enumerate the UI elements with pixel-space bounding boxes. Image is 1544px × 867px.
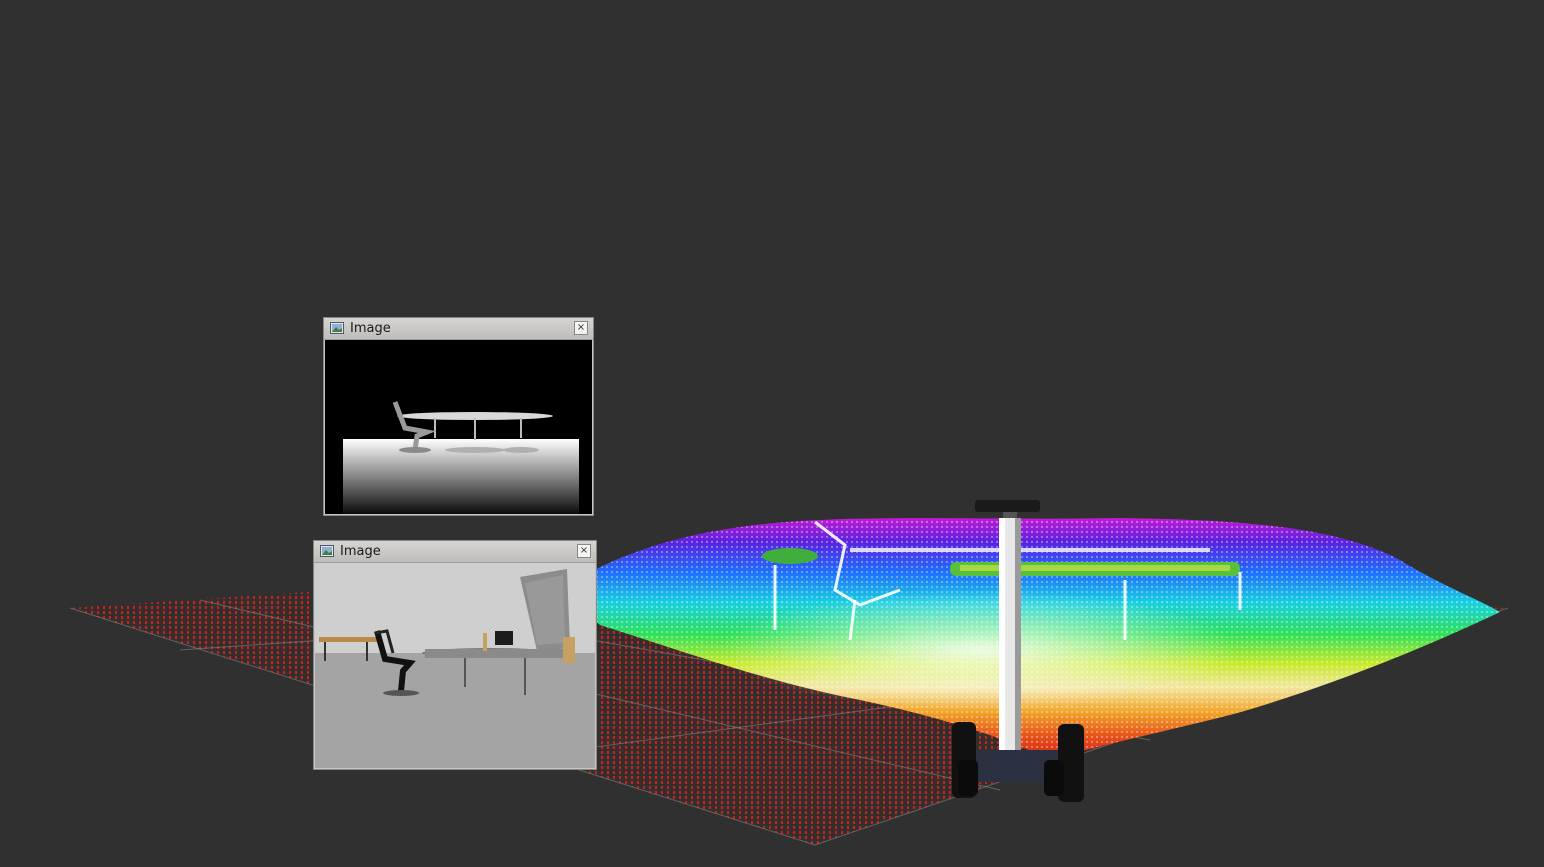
cloud-highlight bbox=[720, 590, 1240, 710]
close-icon[interactable]: × bbox=[577, 544, 591, 558]
depth-image-titlebar[interactable]: Image × bbox=[324, 318, 593, 340]
point-cloud-scene[interactable] bbox=[0, 0, 1544, 867]
rgb-image-title: Image bbox=[340, 544, 381, 559]
image-icon bbox=[330, 322, 344, 334]
rgb-image-content bbox=[315, 563, 595, 768]
depth-image bbox=[343, 401, 579, 514]
rgb-image bbox=[315, 563, 595, 768]
depth-image-title: Image bbox=[350, 321, 391, 336]
3d-viewport[interactable]: Image × Image × bbox=[0, 0, 1544, 867]
rgb-image-window[interactable]: Image × bbox=[313, 540, 597, 770]
rgb-image-titlebar[interactable]: Image × bbox=[314, 541, 596, 563]
image-icon bbox=[320, 545, 334, 557]
close-icon[interactable]: × bbox=[574, 321, 588, 335]
depth-image-window[interactable]: Image × bbox=[323, 317, 594, 516]
depth-image-content bbox=[325, 340, 592, 514]
